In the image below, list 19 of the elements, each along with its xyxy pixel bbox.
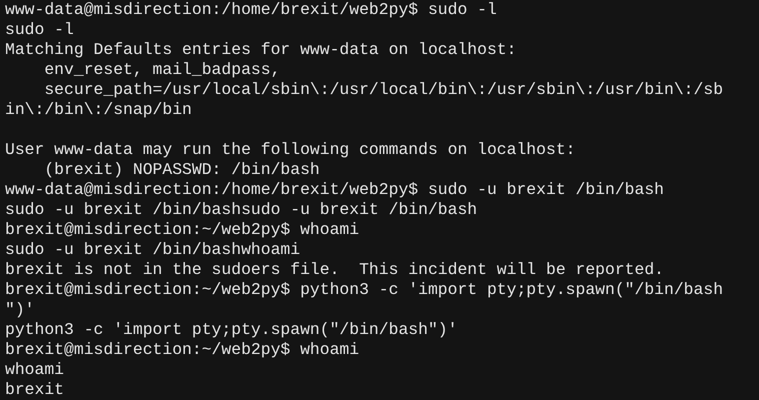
terminal-line: in\:/bin\:/snap/bin: [5, 100, 192, 120]
terminal-line: brexit: [5, 380, 64, 400]
terminal-line: env_reset, mail_badpass,: [43, 60, 280, 80]
terminal-line: whoami: [5, 360, 64, 380]
terminal-line: sudo -u brexit /bin/bashsudo -u brexit /bin/bash: [5, 200, 478, 220]
terminal-line: www-data@misdirection:/home/brexit/web2py$ sudo -u brexit /bin/bash: [5, 180, 664, 200]
terminal-line: www-data@misdirection:/home/brexit/web2py$ sudo -l: [5, 0, 497, 20]
terminal-line: sudo -u brexit /bin/bashwhoami: [5, 240, 300, 260]
terminal-line: Matching Defaults entries for www-data on localhost:: [5, 40, 516, 60]
terminal-line: brexit@misdirection:~/web2py$ python3 -c 'import pty;pty.spawn("/bin/bash: [5, 280, 724, 300]
terminal-line: ")': [5, 300, 35, 320]
terminal-line: brexit@misdirection:~/web2py$ whoami: [5, 220, 360, 240]
terminal-line: secure_path=/usr/local/sbin\:/usr/local/bin\:/usr/sbin\:/usr/bin\:/sb: [43, 80, 724, 100]
terminal-line: brexit@misdirection:~/web2py$ whoami: [5, 340, 360, 360]
terminal-line: brexit is not in the sudoers file. This incident will be reported.: [5, 260, 664, 280]
terminal-line: python3 -c 'import pty;pty.spawn("/bin/bash")': [5, 320, 458, 340]
terminal-line: User www-data may run the following commands on localhost:: [5, 140, 576, 160]
terminal-line: (brexit) NOPASSWD: /bin/bash: [43, 160, 320, 180]
terminal-line: sudo -l: [5, 20, 74, 40]
